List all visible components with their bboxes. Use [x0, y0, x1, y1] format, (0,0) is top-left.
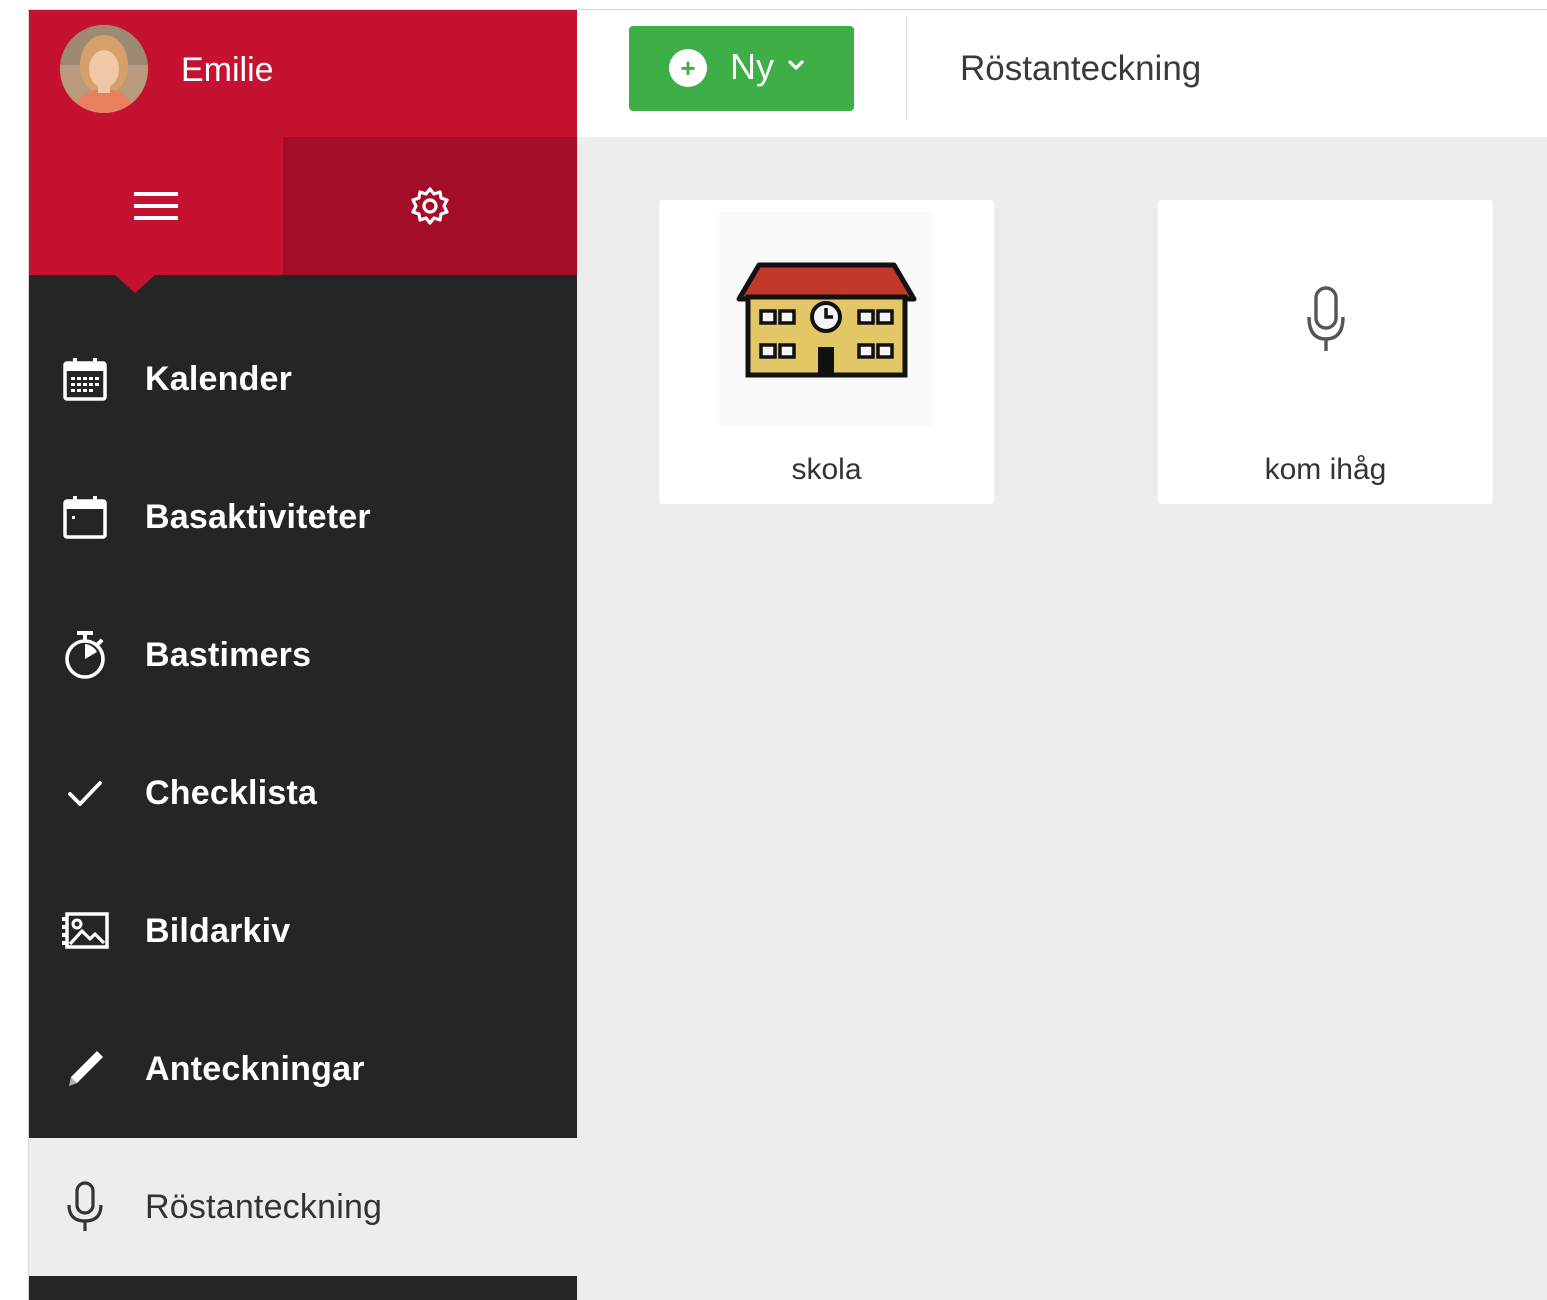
- calendar-icon: [57, 351, 113, 407]
- user-name: Emilie: [181, 51, 274, 89]
- nav-item-rostanteckning[interactable]: Röstanteckning: [29, 1138, 577, 1276]
- header-divider: [906, 16, 907, 120]
- chevron-down-icon: [788, 60, 804, 70]
- plus-circle-icon: +: [669, 49, 707, 87]
- menu-tab[interactable]: [29, 137, 283, 293]
- nav-item-anteckningar[interactable]: Anteckningar: [29, 1000, 577, 1138]
- calendar-blank-icon: [57, 489, 113, 545]
- nav-label-rostanteckning: Röstanteckning: [145, 1187, 383, 1226]
- gear-icon: [411, 187, 449, 225]
- user-bar[interactable]: Emilie: [29, 10, 577, 137]
- timer-icon: [57, 627, 113, 683]
- school-building-icon: [719, 212, 934, 427]
- mode-tabs: [29, 137, 577, 293]
- sidebar: Emilie Kalender Basaktiviteter Bastimers…: [29, 10, 577, 1300]
- card-label: skola: [791, 453, 862, 486]
- nav-label-basaktiviteter: Basaktiviteter: [145, 497, 371, 536]
- nav-item-kalender[interactable]: Kalender: [29, 310, 577, 448]
- avatar[interactable]: [60, 25, 148, 113]
- new-button-label: Ny: [730, 46, 774, 87]
- top-header: + Ny Röstanteckning: [577, 10, 1547, 137]
- pencil-icon: [57, 1041, 113, 1097]
- hamburger-menu-icon: [134, 192, 178, 220]
- card-label: kom ihåg: [1264, 453, 1387, 486]
- nav-label-bildarkiv: Bildarkiv: [145, 911, 291, 950]
- nav-item-checklista[interactable]: Checklista: [29, 724, 577, 862]
- nav-label-checklista: Checklista: [145, 773, 318, 812]
- main-nav: Kalender Basaktiviteter Bastimers Checkl…: [29, 310, 577, 1276]
- voice-note-card-skola[interactable]: skola: [659, 200, 994, 504]
- nav-label-anteckningar: Anteckningar: [145, 1049, 365, 1088]
- nav-label-kalender: Kalender: [145, 359, 293, 398]
- nav-label-bastimers: Bastimers: [145, 635, 312, 674]
- nav-item-bastimers[interactable]: Bastimers: [29, 586, 577, 724]
- new-button[interactable]: + Ny: [629, 26, 854, 111]
- voice-note-card-kom-ihag[interactable]: kom ihåg: [1158, 200, 1493, 504]
- nav-item-bildarkiv[interactable]: Bildarkiv: [29, 862, 577, 1000]
- settings-tab[interactable]: [283, 137, 577, 275]
- microphone-icon: [1218, 212, 1433, 427]
- nav-item-basaktiviteter[interactable]: Basaktiviteter: [29, 448, 577, 586]
- main-content: skola kom ihåg: [577, 137, 1547, 1300]
- microphone-icon: [57, 1179, 113, 1235]
- page-title: Röstanteckning: [960, 49, 1202, 88]
- avatar-photo: [60, 25, 148, 113]
- image-archive-icon: [57, 903, 113, 959]
- checkmark-icon: [57, 765, 113, 821]
